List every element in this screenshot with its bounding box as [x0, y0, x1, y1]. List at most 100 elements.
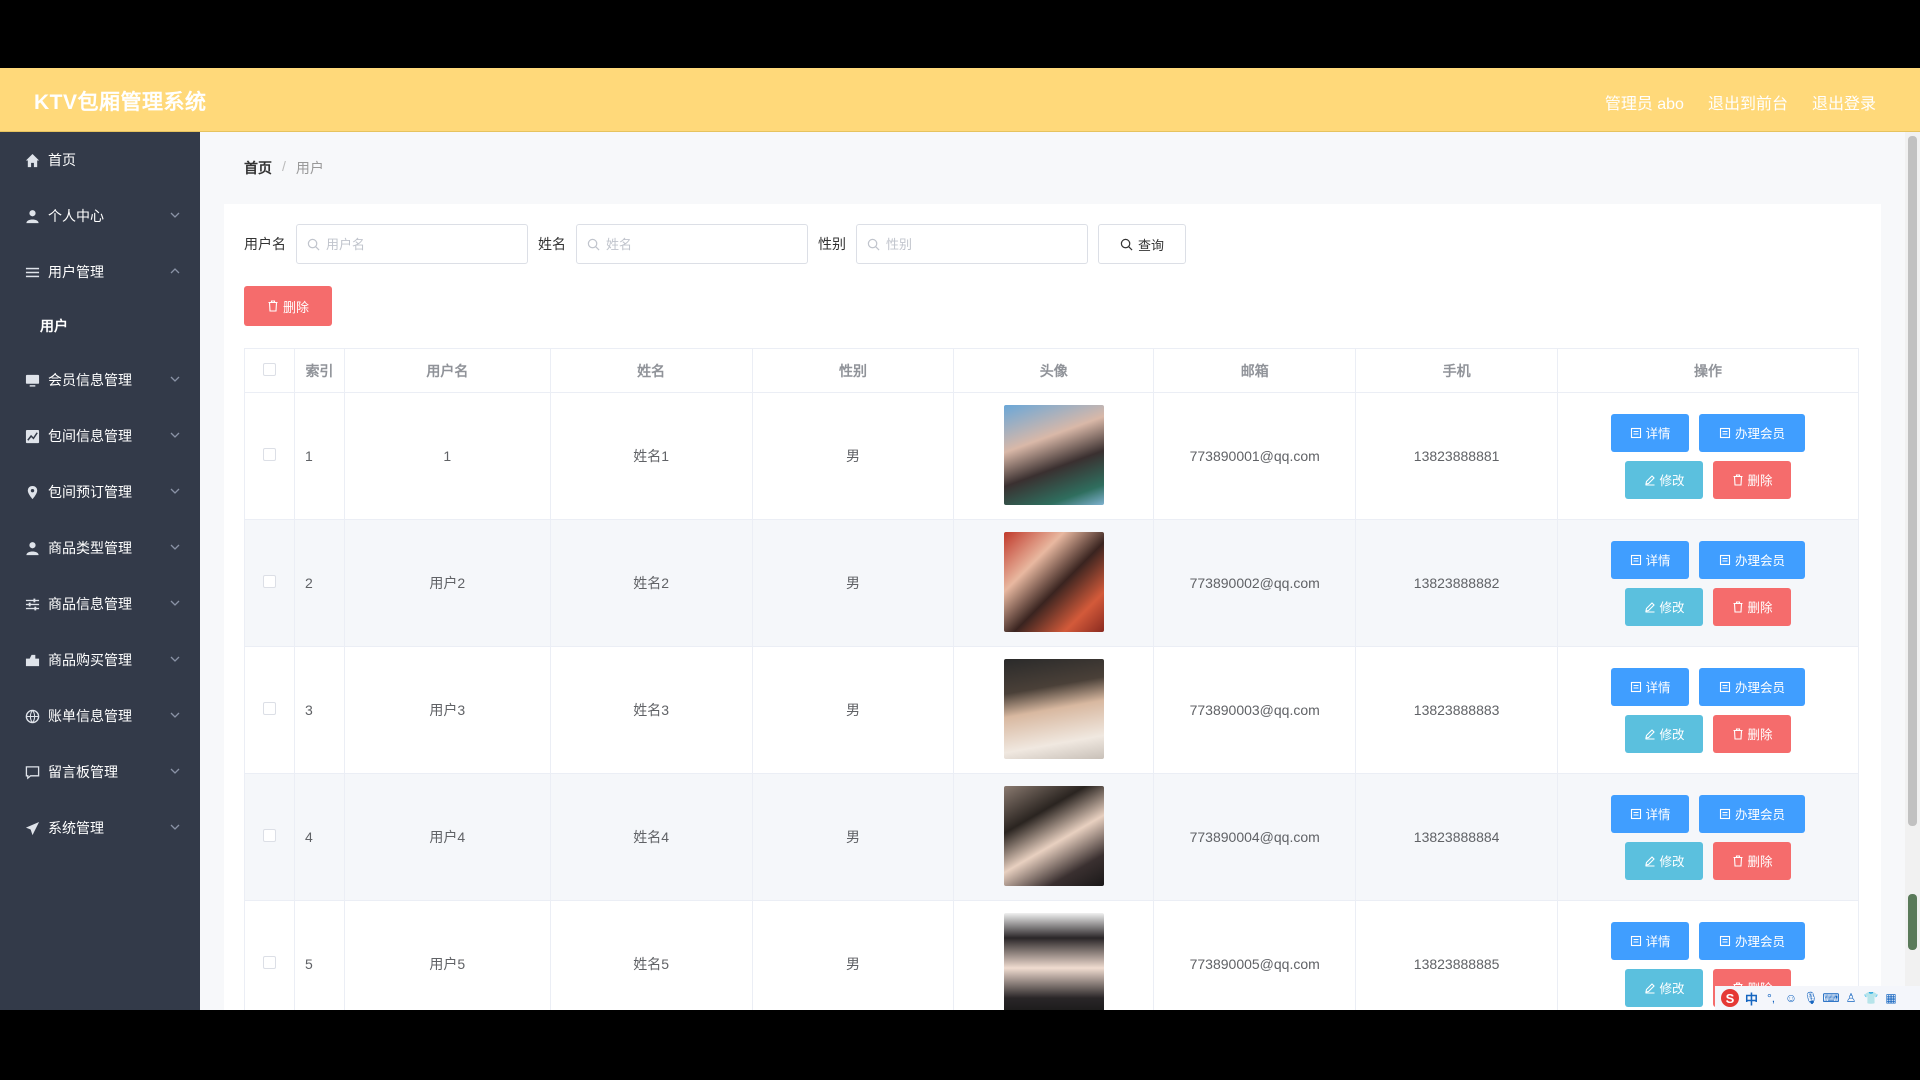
- delete-button-label: 删除: [1747, 855, 1773, 869]
- table-header-row: 索引 用户名 姓名 性别 头像 邮箱 手机 操作: [244, 348, 1859, 393]
- content-card: 用户名 姓名 性别 查询: [224, 204, 1881, 1010]
- chevron-down-icon: [170, 488, 180, 494]
- scrollbar-thumb[interactable]: [1908, 136, 1917, 826]
- delete-button-label: 删除: [1747, 728, 1773, 742]
- edit-button-label: 修改: [1659, 728, 1685, 742]
- member-button[interactable]: 办理会员: [1699, 794, 1806, 833]
- breadcrumb: 首页 / 用户: [244, 158, 324, 178]
- delete-button[interactable]: 删除: [1713, 587, 1792, 626]
- header-checkbox-cell: [244, 348, 295, 393]
- user-icon: [24, 208, 40, 224]
- header-username: 用户名: [343, 348, 551, 393]
- header-email: 邮箱: [1153, 348, 1357, 393]
- to-front-link[interactable]: 退出到前台: [1708, 90, 1788, 114]
- row-checkbox[interactable]: [262, 448, 276, 461]
- avatar: [1003, 531, 1104, 632]
- query-button[interactable]: 查询: [1098, 224, 1186, 264]
- username-field[interactable]: [296, 224, 528, 264]
- member-button[interactable]: 办理会员: [1699, 667, 1806, 706]
- search-form: 用户名 姓名 性别 查询: [244, 224, 1186, 264]
- name-input[interactable]: [606, 236, 786, 252]
- sidebar: 首页 个人中心 用户管理 用户 会员信息管理 包间信息管理 包间预订管理 商品类…: [0, 132, 200, 1010]
- row-checkbox[interactable]: [262, 829, 276, 842]
- index-cell: 5: [293, 900, 345, 1010]
- list-icon: [24, 264, 40, 280]
- sidebar-item-member-info[interactable]: 会员信息管理: [0, 352, 200, 408]
- chevron-down-icon: [170, 600, 180, 606]
- edit-button[interactable]: 修改: [1625, 460, 1704, 499]
- phone-cell: 13823888882: [1355, 519, 1559, 647]
- sidebar-subitem-user[interactable]: 用户: [0, 300, 200, 352]
- sidebar-item-goods-purchase[interactable]: 商品购买管理: [0, 632, 200, 688]
- keyboard-icon[interactable]: ⌨: [1822, 991, 1839, 1005]
- edit-button[interactable]: 修改: [1625, 841, 1704, 880]
- member-button[interactable]: 办理会员: [1699, 413, 1806, 452]
- edit-button-label: 修改: [1659, 601, 1685, 615]
- checkbox-cell: [244, 900, 295, 1010]
- punctuation-icon[interactable]: °,: [1764, 991, 1778, 1005]
- name-cell: 姓名1: [549, 392, 753, 520]
- sidebar-item-goods-info[interactable]: 商品信息管理: [0, 576, 200, 632]
- sidebar-item-profile[interactable]: 个人中心: [0, 188, 200, 244]
- delete-button[interactable]: 删除: [1713, 460, 1792, 499]
- sidebar-item-label: 用户管理: [48, 264, 104, 280]
- batch-delete-button[interactable]: 删除: [244, 286, 332, 326]
- detail-button[interactable]: 详情: [1611, 794, 1690, 833]
- gender-input[interactable]: [886, 236, 1066, 252]
- edit-button[interactable]: 修改: [1625, 714, 1704, 753]
- edit-button[interactable]: 修改: [1625, 587, 1704, 626]
- chevron-down-icon: [170, 432, 180, 438]
- name-field[interactable]: [576, 224, 808, 264]
- admin-link[interactable]: 管理员 abo: [1605, 90, 1684, 114]
- scrollbar-thumb-lower[interactable]: [1908, 894, 1917, 950]
- vertical-scrollbar[interactable]: [1905, 132, 1920, 1010]
- grid-icon[interactable]: ▦: [1884, 991, 1898, 1005]
- ime-mode[interactable]: 中: [1745, 989, 1758, 1008]
- document-icon: [1630, 808, 1641, 819]
- row-checkbox[interactable]: [262, 702, 276, 715]
- username-cell: 用户5: [343, 900, 551, 1010]
- emoji-icon[interactable]: ☺: [1784, 991, 1798, 1005]
- logout-link[interactable]: 退出登录: [1812, 90, 1876, 114]
- detail-button[interactable]: 详情: [1611, 413, 1690, 452]
- delete-button[interactable]: 删除: [1713, 841, 1792, 880]
- row-checkbox[interactable]: [262, 575, 276, 588]
- row-checkbox[interactable]: [262, 956, 276, 969]
- email-cell: 773890003@qq.com: [1153, 646, 1357, 774]
- sidebar-item-room-info[interactable]: 包间信息管理: [0, 408, 200, 464]
- detail-button[interactable]: 详情: [1611, 540, 1690, 579]
- username-label: 用户名: [244, 236, 286, 252]
- ime-logo[interactable]: S: [1721, 989, 1739, 1007]
- document-icon: [1630, 935, 1641, 946]
- person-icon[interactable]: ♙: [1844, 991, 1858, 1005]
- globe-icon: [24, 708, 40, 724]
- select-all-checkbox[interactable]: [262, 362, 276, 376]
- sidebar-item-system[interactable]: 系统管理: [0, 800, 200, 856]
- sidebar-item-home[interactable]: 首页: [0, 132, 200, 188]
- member-button[interactable]: 办理会员: [1699, 540, 1806, 579]
- delete-button[interactable]: 删除: [1713, 714, 1792, 753]
- breadcrumb-home[interactable]: 首页: [244, 158, 272, 178]
- shirt-icon[interactable]: 👕: [1864, 991, 1879, 1005]
- sidebar-item-user-management[interactable]: 用户管理: [0, 244, 200, 300]
- member-button[interactable]: 办理会员: [1699, 921, 1806, 960]
- sidebar-item-label: 商品类型管理: [48, 540, 132, 556]
- username-input[interactable]: [326, 236, 506, 252]
- detail-button-label: 详情: [1645, 554, 1671, 568]
- microphone-icon[interactable]: 🎙: [1803, 991, 1818, 1005]
- gender-field[interactable]: [856, 224, 1088, 264]
- sidebar-item-goods-type[interactable]: 商品类型管理: [0, 520, 200, 576]
- edit-icon: [1644, 855, 1655, 867]
- name-label: 姓名: [538, 236, 566, 252]
- user-table: 索引 用户名 姓名 性别 头像 邮箱 手机 操作 1 1 姓名1 男 77389…: [244, 348, 1859, 1010]
- detail-button[interactable]: 详情: [1611, 667, 1690, 706]
- detail-button[interactable]: 详情: [1611, 921, 1690, 960]
- chevron-down-icon: [170, 712, 180, 718]
- username-cell: 用户2: [343, 519, 551, 647]
- member-button-label: 办理会员: [1735, 935, 1786, 949]
- sidebar-item-message-board[interactable]: 留言板管理: [0, 744, 200, 800]
- location-icon: [24, 484, 40, 500]
- sidebar-item-room-booking[interactable]: 包间预订管理: [0, 464, 200, 520]
- sidebar-item-bill-info[interactable]: 账单信息管理: [0, 688, 200, 744]
- edit-button[interactable]: 修改: [1625, 968, 1704, 1007]
